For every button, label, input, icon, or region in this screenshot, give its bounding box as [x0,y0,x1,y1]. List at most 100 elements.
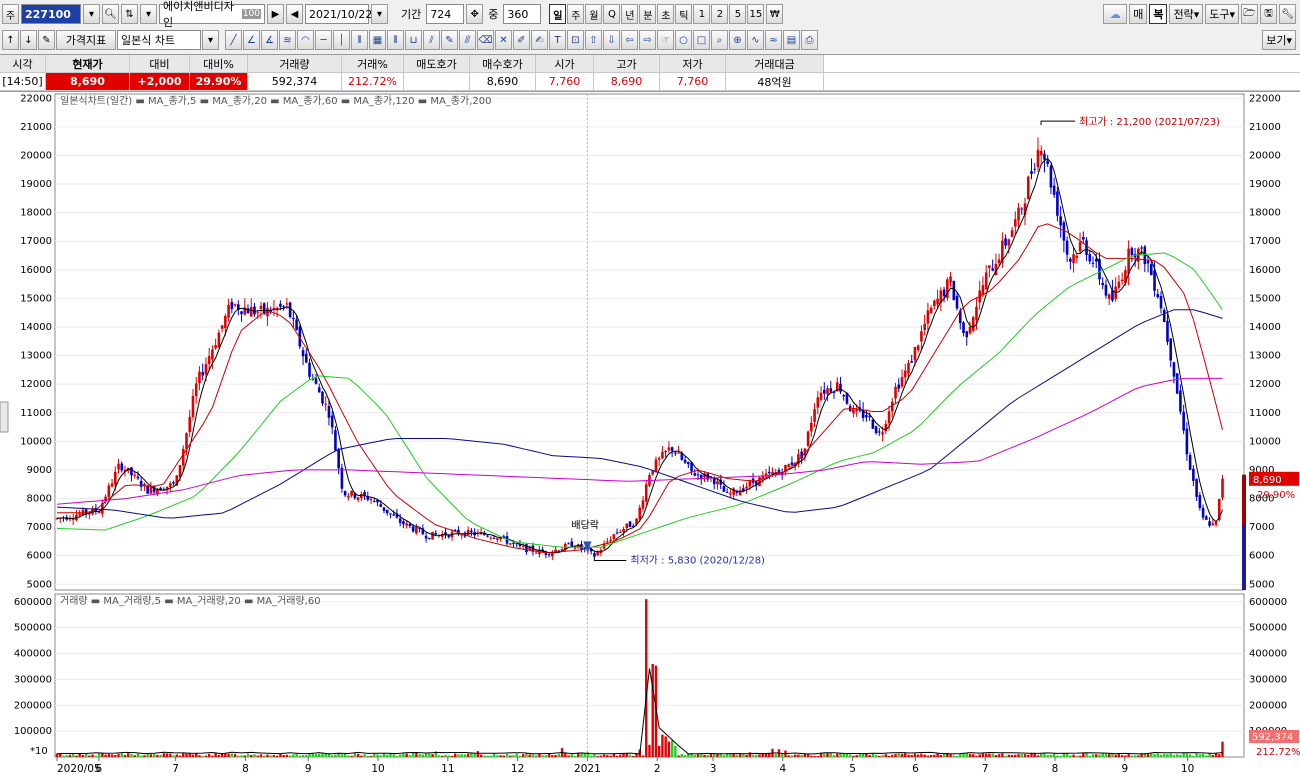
volume-bar [848,754,852,757]
fan-tool-button[interactable]: ≋ [279,30,296,50]
parallel-tool-button[interactable]: ⫻ [459,30,476,50]
wave-tool-button[interactable]: ∿ [747,30,764,50]
arrow-down-icon: ↓ [24,34,33,46]
stock-code-input[interactable]: 227100 [21,4,81,24]
volume-bar [97,753,101,757]
candle-body [988,265,991,268]
timeframe-2[interactable]: 월 [585,4,603,24]
note-tool-button[interactable]: ✍ [531,30,548,50]
hline-tool-button[interactable]: ─ [315,30,332,50]
target-tool-button[interactable]: ⊕ [729,30,746,50]
vline-tool-button[interactable]: │ [333,30,350,50]
timeframe-8[interactable]: 1 [693,4,711,24]
circle-tool-button[interactable]: ○ [675,30,692,50]
reset-button[interactable]: ↓ [20,30,37,50]
market-select[interactable]: 주 [2,4,19,24]
timeframe-5[interactable]: 분 [639,4,657,24]
chevron-down-icon: ▾ [1229,7,1235,21]
x-tick-6: 11 [441,763,454,775]
bar-tool-button[interactable]: ⊔ [405,30,422,50]
chart-type-dropdown[interactable]: ▾ [202,30,219,50]
timeframe-11[interactable]: 15 [747,4,765,24]
next-stock-button[interactable]: ▶ [267,4,284,24]
strategy-button[interactable]: 전략 ▾ [1169,4,1204,24]
stock-name-field[interactable]: 에이치앤비디자인 100 [159,0,265,29]
angle2-tool-button[interactable]: ∡ [261,30,278,50]
overlap-input[interactable]: 360 [503,4,542,24]
timeframe-7[interactable]: 틱 [675,4,693,24]
view-button[interactable]: 보기 ▾ [1262,30,1296,50]
sort-button[interactable]: ⇅ [121,4,138,24]
volume-bar [615,755,619,757]
print-setup-tool-button[interactable]: ▤ [783,30,800,50]
timeframe-0[interactable]: 일 [549,4,567,24]
price-tick-left-14: 19000 [20,179,52,190]
timeframe-4[interactable]: 년 [621,4,639,24]
wave2-tool-icon: ≈ [769,34,778,46]
arc-tool-button[interactable]: ◠ [297,30,314,50]
date-input[interactable]: 2021/10/22 [305,4,372,24]
code-dropdown-button[interactable]: ▾ [83,4,100,24]
sort-dropdown-button[interactable]: ▾ [140,4,157,24]
volume-bar [706,755,709,757]
timeframe-1[interactable]: 주 [567,4,585,24]
timeframe-6[interactable]: 초 [657,4,675,24]
save-button[interactable]: 🖫 [1260,4,1277,24]
edit-button[interactable]: ✎ [38,30,55,50]
volume-panel-frame [54,593,1245,758]
settings-button[interactable]: 🔧︎ [1279,4,1296,24]
open-button[interactable]: 🗁 [1241,4,1258,24]
volume-bar [544,755,548,757]
candle-body [185,433,188,449]
prev-stock-button[interactable]: ◀ [286,4,303,24]
tools-button[interactable]: 도구 ▾ [1205,4,1239,24]
line-tool-button[interactable]: ╱ [225,30,242,50]
box-tool-button[interactable]: ⊡ [567,30,584,50]
candle-body [1052,185,1056,195]
volume-bar [457,754,460,757]
multi-vline-tool-button[interactable]: ⦀ [351,30,368,50]
square-tool-button[interactable]: □ [693,30,710,50]
x-tick-15: 8 [1052,763,1059,775]
date-dropdown-button[interactable]: ▾ [371,4,388,24]
arrow-right-tool-button[interactable]: ⇨ [639,30,656,50]
marker-tool-button[interactable]: ✐ [513,30,530,50]
text-tool-button[interactable]: T [549,30,566,50]
w-chart-button[interactable]: ₩ [766,4,784,24]
cloud-button[interactable]: ☁ [1103,4,1128,24]
chart-type-select[interactable]: 일본식 차트 [117,30,201,50]
channel-tool-button[interactable]: ⫴ [387,30,404,50]
arrow-left-tool-icon: ⇦ [625,34,634,46]
period-input[interactable]: 724 [426,4,465,24]
dup-button[interactable]: 복 [1149,4,1168,24]
angle-tool-button[interactable]: ∠ [243,30,260,50]
erase-tool-button[interactable]: ⌫ [477,30,494,50]
zoom-tool-button[interactable]: ⌕ [711,30,728,50]
sell-button[interactable]: 매 [1129,4,1148,24]
grid-tool-button[interactable]: ▦ [369,30,386,50]
price-tick-left-0: 5000 [27,579,52,590]
timeframe-9[interactable]: 2 [711,4,729,24]
volume-bar [1182,752,1185,757]
search-button[interactable]: 🔍︎ [102,4,119,24]
print-tool-button[interactable]: ⎙ [801,30,818,50]
period-spin-button[interactable]: ✥ [466,4,484,24]
arrow-left-tool-button[interactable]: ⇦ [621,30,638,50]
pencil-tool-button[interactable]: ✎ [441,30,458,50]
candle-body [279,303,282,307]
arrow-up-tool-button[interactable]: ⇧ [585,30,602,50]
fib-tool-button[interactable]: ⫽ [423,30,440,50]
candle-body [1127,248,1130,274]
stock-chart[interactable]: 5000 50006000 60007000 70008000 80009000 9000… [0,92,1300,777]
up-button[interactable]: ↑ [2,30,19,50]
timeframe-10[interactable]: 5 [729,4,747,24]
timeframe-3[interactable]: Q [603,4,621,24]
hand-tool-button[interactable]: ☞ [657,30,674,50]
cross-tool-button[interactable]: ✕ [495,30,512,50]
price-indicator-button[interactable]: 가격지표 [56,30,116,50]
arrow-down-tool-button[interactable]: ⇩ [603,30,620,50]
wave2-tool-button[interactable]: ≈ [765,30,782,50]
volume-bar [175,754,178,757]
volume-bar [146,753,149,757]
candle-body [194,383,198,397]
